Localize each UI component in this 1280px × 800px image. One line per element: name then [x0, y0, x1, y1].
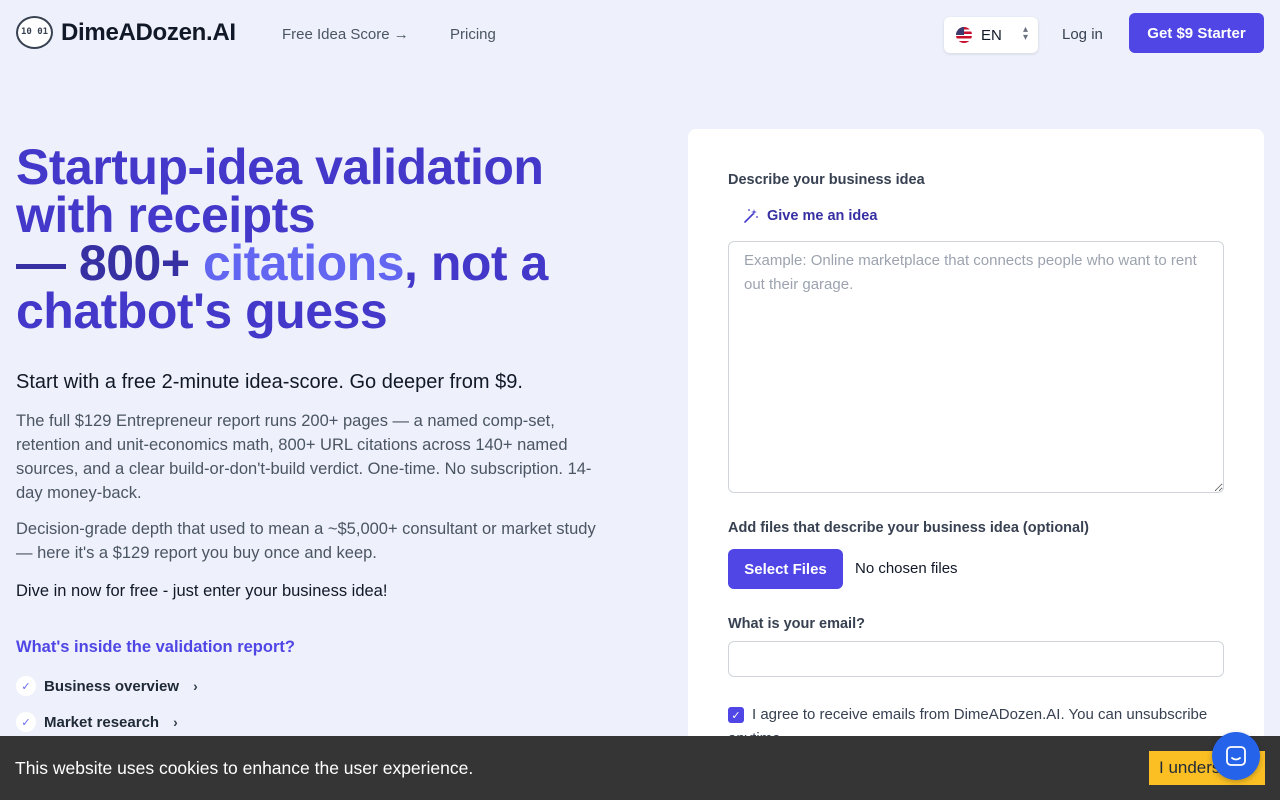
inside-item-business-overview[interactable]: ✓ Business overview ›	[16, 676, 198, 696]
give-me-an-idea-button[interactable]: Give me an idea	[743, 208, 877, 224]
hero-paragraph-1: The full $129 Entrepreneur report runs 2…	[16, 412, 592, 502]
inside-item-label: Market research	[44, 713, 160, 731]
site-header: 10 01 DimeADozen.AI Free Idea Score → Pr…	[0, 0, 1280, 70]
add-files-label: Add files that describe your business id…	[728, 520, 1089, 536]
inside-item-market-research[interactable]: ✓ Market research ›	[16, 712, 178, 732]
cookie-banner: This website uses cookies to enhance the…	[0, 736, 1280, 800]
business-idea-textarea[interactable]	[728, 241, 1224, 493]
give-me-an-idea-label: Give me an idea	[767, 208, 878, 224]
hero-subtitle: Start with a free 2-minute idea-score. G…	[16, 371, 523, 393]
email-input[interactable]	[728, 641, 1224, 677]
dive-in-text: Dive in now for free - just enter your b…	[16, 582, 388, 600]
logo[interactable]: 10 01 DimeADozen.AI	[16, 16, 236, 49]
nav-pricing[interactable]: Pricing	[450, 26, 496, 43]
inside-report-title: What's inside the validation report?	[16, 638, 295, 656]
chevron-right-icon: ›	[173, 714, 178, 730]
inside-item-label: Business overview	[44, 677, 180, 695]
check-icon: ✓	[16, 712, 36, 732]
logo-icon: 10 01	[16, 16, 53, 49]
chat-launcher-button[interactable]	[1212, 732, 1260, 780]
get-starter-button[interactable]: Get $9 Starter	[1129, 13, 1264, 53]
nav-free-idea-score[interactable]: Free Idea Score →	[282, 26, 409, 43]
cookie-text: This website uses cookies to enhance the…	[15, 758, 474, 778]
language-value: EN	[981, 26, 1002, 44]
describe-idea-label: Describe your business idea	[728, 172, 925, 188]
hero-paragraph-2: Decision-grade depth that used to mean a…	[16, 520, 596, 562]
hero-title-rest: , not a	[404, 235, 548, 291]
hero-title-line4: chatbot's guess	[16, 283, 388, 339]
logo-text: DimeADozen.AI	[61, 18, 236, 46]
no-files-text: No chosen files	[855, 560, 958, 577]
magic-wand-icon	[744, 209, 758, 223]
chevron-right-icon: ›	[193, 678, 198, 694]
language-select[interactable]: EN ▴ ▾	[944, 17, 1038, 53]
agree-emails-checkbox[interactable]: ✓	[728, 707, 744, 723]
select-files-button[interactable]: Select Files	[728, 549, 843, 589]
chat-icon	[1226, 746, 1246, 766]
us-flag-icon	[956, 27, 972, 43]
check-icon: ✓	[16, 676, 36, 696]
chevron-updown-icon: ▴ ▾	[1022, 24, 1028, 43]
login-link[interactable]: Log in	[1062, 26, 1103, 43]
email-label: What is your email?	[728, 616, 865, 632]
hero-title: Startup-idea validation with receipts — …	[16, 142, 656, 336]
